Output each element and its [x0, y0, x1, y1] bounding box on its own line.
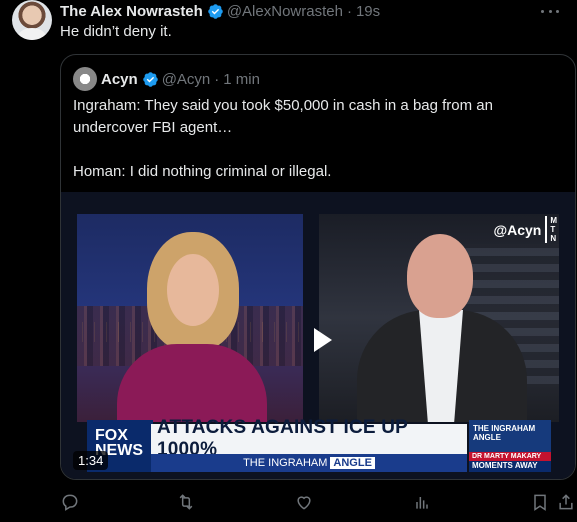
lower-third: FOX NEWS ATTACKS AGAINST ICE UP 1000% TH… [79, 417, 559, 476]
verified-icon [208, 3, 223, 19]
more-icon[interactable] [541, 4, 559, 18]
show-bar: THE INGRAHAM ANGLE [151, 454, 467, 472]
quoted-author-name[interactable]: Acyn [101, 71, 138, 88]
guest-pane [319, 214, 559, 422]
video-player[interactable]: @Acyn M T N FOX NEWS ATTACKS AGAINST ICE… [61, 192, 575, 479]
quoted-line: Homan: I did nothing criminal or illegal… [73, 163, 332, 180]
quoted-line [73, 139, 563, 161]
author-name[interactable]: The Alex Nowrasteh [60, 3, 203, 20]
like-icon[interactable] [294, 492, 314, 512]
post-time[interactable]: 19s [356, 3, 380, 20]
quoted-avatar[interactable] [73, 67, 97, 91]
quoted-post[interactable]: Acyn @Acyn · 1 min Ingraham: They said y… [60, 54, 576, 480]
quoted-handle[interactable]: @Acyn [162, 71, 211, 88]
post-text: He didn’t deny it. [60, 23, 172, 40]
post: The Alex Nowrasteh @AlexNowrasteh · 19s … [0, 0, 577, 522]
play-icon[interactable] [300, 320, 340, 360]
promo-box: THE INGRAHAM ANGLE DR MARTY MAKARY MOMEN… [469, 420, 551, 472]
share-icon[interactable] [556, 492, 576, 512]
action-bar [60, 492, 576, 516]
video-duration: 1:34 [73, 451, 109, 470]
quoted-header: Acyn @Acyn · 1 min [73, 67, 260, 91]
host-pane [77, 214, 303, 422]
quoted-text: Ingraham: They said you took $50,000 in … [73, 95, 563, 183]
post-header: The Alex Nowrasteh @AlexNowrasteh · 19s [60, 1, 380, 21]
separator-dot: · [214, 70, 220, 88]
bookmark-icon[interactable] [530, 492, 550, 512]
avatar[interactable] [12, 0, 52, 40]
verified-icon [142, 71, 158, 87]
retweet-icon[interactable] [176, 492, 196, 512]
quoted-time[interactable]: 1 min [223, 71, 260, 88]
headline: ATTACKS AGAINST ICE UP 1000% [151, 417, 467, 460]
quoted-line: Ingraham: They said you took $50,000 in … [73, 97, 493, 136]
author-handle[interactable]: @AlexNowrasteh [227, 3, 343, 20]
reply-icon[interactable] [60, 492, 80, 512]
watermark: @Acyn M T N [493, 216, 557, 243]
separator-dot: · [346, 2, 352, 20]
mtn-logo: M T N [545, 216, 557, 243]
views-icon[interactable] [412, 492, 432, 512]
watermark-handle: @Acyn [493, 221, 542, 238]
